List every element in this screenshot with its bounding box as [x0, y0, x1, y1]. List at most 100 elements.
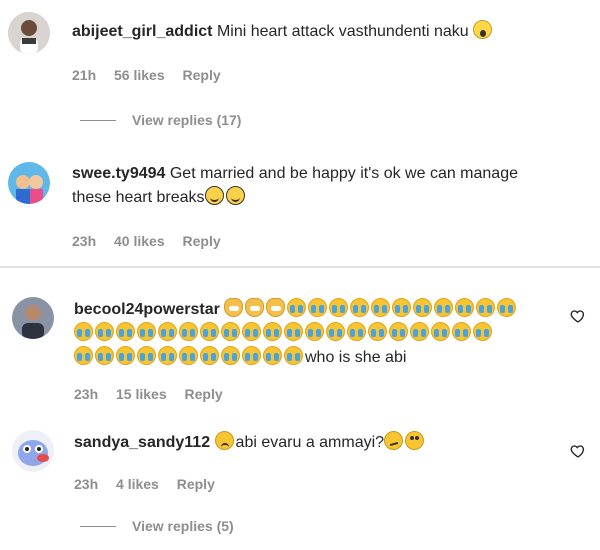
avatar-image	[12, 297, 54, 339]
crying-face-emoji-icon	[74, 322, 93, 341]
avatar[interactable]	[12, 430, 54, 472]
crying-face-emoji-icon	[326, 322, 345, 341]
avatar-image	[8, 162, 50, 204]
crying-face-emoji-icon	[221, 346, 240, 365]
comment-time: 23h	[74, 476, 99, 492]
heart-outline-icon[interactable]	[570, 443, 586, 459]
comment-time: 23h	[72, 233, 97, 249]
avatar-image	[8, 12, 50, 54]
crying-face-emoji-icon	[410, 322, 429, 341]
comment-meta: 21h 56 likes Reply	[72, 67, 235, 83]
sad-emoji-icon	[214, 431, 234, 450]
likes-count[interactable]: 40 likes	[114, 233, 165, 249]
comment-text: Get married and be happy it's ok we can …	[169, 165, 518, 182]
divider-line	[80, 119, 116, 121]
crying-face-emoji-icon	[221, 322, 240, 341]
crying-face-emoji-icon	[263, 346, 282, 365]
reply-button[interactable]: Reply	[183, 233, 221, 249]
view-replies-button[interactable]: View replies (17)	[80, 112, 241, 128]
comment-username[interactable]: sandya_sandy112	[74, 434, 210, 451]
comment-body: sandya_sandy112 abi evaru a ammayi?	[74, 431, 552, 455]
crying-face-emoji-icon	[137, 322, 156, 341]
reply-button[interactable]: Reply	[183, 67, 221, 83]
smile-emoji-icon	[225, 186, 245, 205]
crying-face-emoji-icon	[413, 298, 433, 317]
comment-time: 21h	[72, 67, 97, 83]
crying-face-emoji-icon	[329, 298, 349, 317]
crying-face-emoji-icon	[347, 322, 366, 341]
crying-face-emoji-icon	[434, 298, 454, 317]
crying-face-emoji-icon	[137, 346, 156, 365]
crying-face-emoji-icon	[200, 322, 219, 341]
crying-face-emoji-icon	[116, 322, 135, 341]
heart-outline-icon[interactable]	[570, 308, 586, 324]
crying-face-emoji-icon	[455, 298, 475, 317]
crying-face-emoji-icon	[179, 346, 198, 365]
crying-face-emoji-icon	[389, 322, 408, 341]
crying-face-emoji-icon	[242, 322, 261, 341]
crying-face-emoji-icon	[95, 322, 114, 341]
likes-count[interactable]: 56 likes	[114, 67, 165, 83]
emoji-group	[74, 346, 305, 366]
comment-username[interactable]: abijeet_girl_addict	[72, 23, 213, 40]
emoji-group	[224, 298, 518, 318]
comment-text: abi evaru a ammayi?	[235, 434, 385, 451]
comments-panel: becool24powerstar who is she abi 23h 15 …	[0, 268, 600, 550]
crying-face-emoji-icon	[392, 298, 412, 317]
reply-button[interactable]: Reply	[185, 386, 223, 402]
crying-face-emoji-icon	[95, 346, 114, 365]
eye-roll-emoji-icon	[405, 431, 425, 450]
smile-emoji-icon	[204, 186, 224, 205]
comment-item: swee.ty9494 Get married and be happy it'…	[0, 148, 600, 266]
comment-body: abijeet_girl_addict Mini heart attack va…	[72, 20, 582, 44]
avatar-image	[12, 430, 54, 472]
avatar[interactable]	[8, 162, 50, 204]
comment-meta: 23h 4 likes Reply	[74, 476, 229, 492]
crying-face-emoji-icon	[200, 346, 219, 365]
crying-face-emoji-icon	[158, 322, 177, 341]
comment-text: who is she abi	[305, 349, 407, 366]
crying-face-emoji-icon	[263, 322, 282, 341]
comment-text: Mini heart attack vasthundenti naku	[216, 23, 469, 40]
crying-face-emoji-icon	[473, 322, 492, 341]
divider-line	[80, 525, 116, 527]
crying-face-emoji-icon	[242, 346, 261, 365]
crying-face-emoji-icon	[308, 298, 328, 317]
crying-face-emoji-icon	[476, 298, 496, 317]
crying-face-emoji-icon	[116, 346, 135, 365]
crying-face-emoji-icon	[284, 346, 303, 365]
crying-face-emoji-icon	[431, 322, 450, 341]
confused-emoji-icon	[384, 431, 404, 450]
crying-face-emoji-icon	[452, 322, 471, 341]
avatar[interactable]	[8, 12, 50, 54]
likes-count[interactable]: 4 likes	[116, 476, 159, 492]
crying-face-emoji-icon	[368, 322, 387, 341]
cat-emoji-icon	[245, 298, 265, 317]
comment-username[interactable]: swee.ty9494	[72, 165, 165, 182]
comment-body: swee.ty9494 Get married and be happy it'…	[72, 162, 587, 210]
cat-emoji-icon	[224, 298, 244, 317]
crying-face-emoji-icon	[284, 322, 303, 341]
cat-emoji-icon	[266, 298, 286, 317]
crying-face-emoji-icon	[74, 346, 93, 365]
crying-face-emoji-icon	[287, 298, 307, 317]
view-replies-label: View replies (17)	[132, 112, 242, 128]
emoji-group	[74, 322, 494, 342]
view-replies-button[interactable]: View replies (5)	[80, 518, 234, 534]
comment-body: becool24powerstar who is she abi	[74, 298, 552, 370]
crying-face-emoji-icon	[371, 298, 391, 317]
comment-time: 23h	[74, 386, 99, 402]
avatar[interactable]	[12, 297, 54, 339]
scream-emoji-icon	[473, 20, 493, 39]
crying-face-emoji-icon	[497, 298, 517, 317]
crying-face-emoji-icon	[179, 322, 198, 341]
comment-text-continued: these heart breaks	[72, 189, 205, 206]
reply-button[interactable]: Reply	[177, 476, 215, 492]
comment-item: abijeet_girl_addict Mini heart attack va…	[0, 0, 600, 148]
comment-username[interactable]: becool24powerstar	[74, 301, 220, 318]
comment-meta: 23h 40 likes Reply	[72, 233, 235, 249]
crying-face-emoji-icon	[305, 322, 324, 341]
likes-count[interactable]: 15 likes	[116, 386, 167, 402]
view-replies-label: View replies (5)	[132, 518, 234, 534]
crying-face-emoji-icon	[158, 346, 177, 365]
